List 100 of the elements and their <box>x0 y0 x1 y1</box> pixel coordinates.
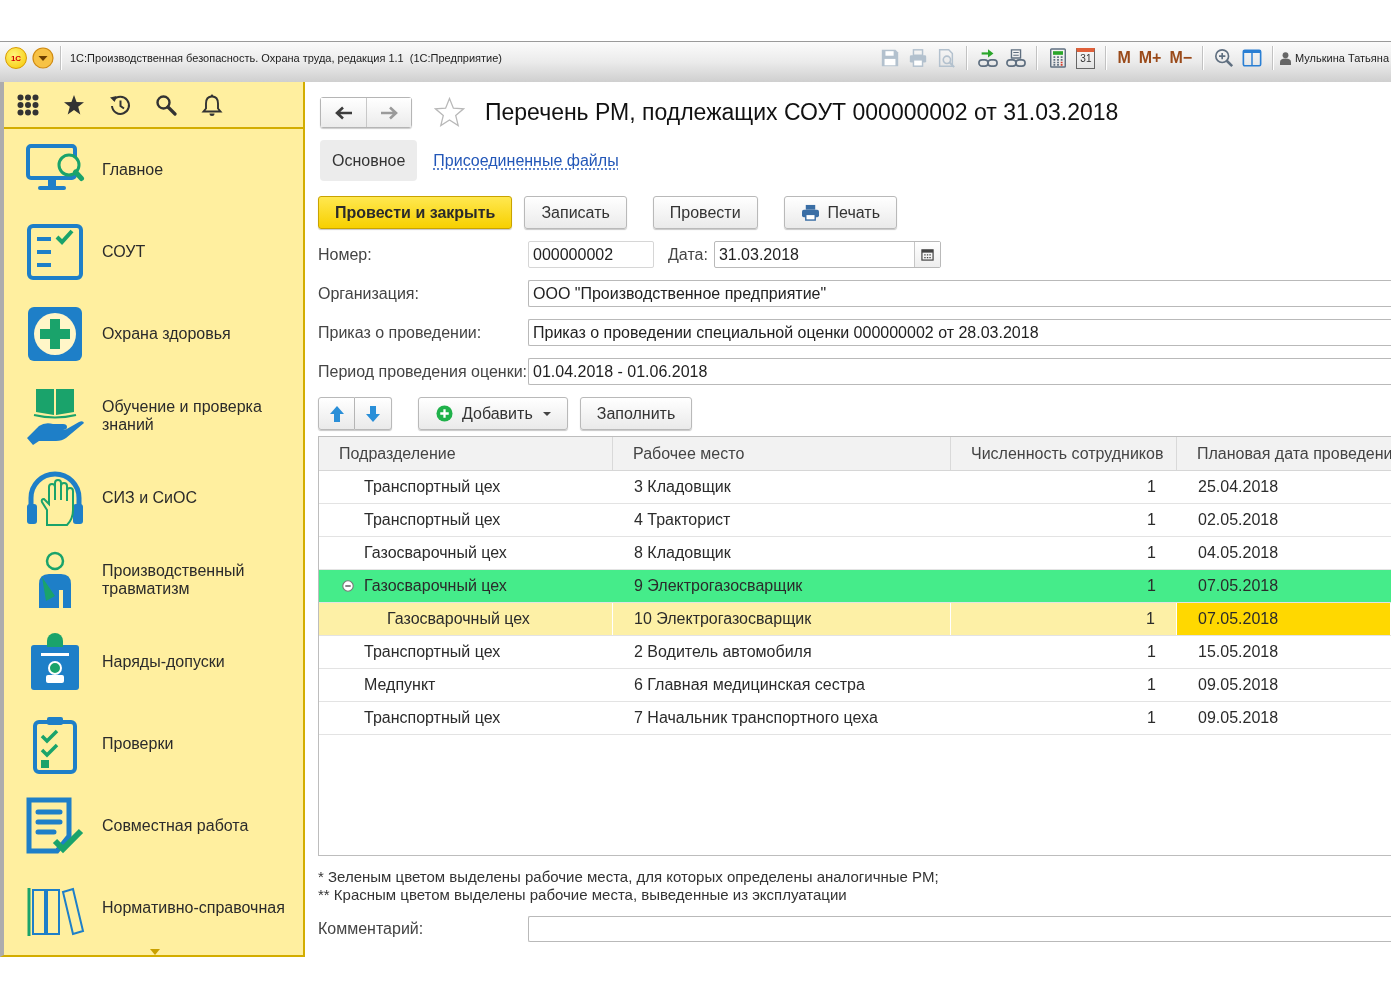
chain-page-icon[interactable] <box>1006 48 1027 68</box>
text-field[interactable]: Приказ о проведении специальной оценки 000000002 от 28.03.2018 <box>528 319 1391 346</box>
table-cell-text: 15.05.2018 <box>1197 642 1280 662</box>
column-header[interactable]: Численность сотрудников <box>951 437 1177 470</box>
menu-caret-icon[interactable] <box>32 47 54 69</box>
table-cell-text: 09.05.2018 <box>1197 708 1280 728</box>
star-icon[interactable] <box>63 93 85 116</box>
person-icon <box>1280 51 1292 65</box>
table-cell-text: Транспортный цех <box>364 708 501 728</box>
field-label: Организация: <box>318 284 419 302</box>
sidebar-item[interactable]: Наряды-допуски <box>4 621 303 703</box>
sidebar-item[interactable]: Охрана здоровья <box>4 293 303 375</box>
sidebar-item[interactable]: Обучение и проверка знаний <box>4 375 303 457</box>
table-cell-text: 1 <box>1146 708 1157 728</box>
table-cell-text: 1 <box>1146 543 1157 563</box>
back-button[interactable] <box>321 98 366 127</box>
table-row[interactable]: Газосварочный цех 10 Электрогазосварщик 1 07.05.2018 <box>319 603 1391 636</box>
checklist-icon <box>25 222 85 282</box>
fill-button[interactable]: Заполнить <box>579 397 693 430</box>
command-button[interactable]: Записать <box>524 196 627 229</box>
apps-grid-icon[interactable] <box>17 93 39 116</box>
sidebar-item[interactable]: Совместная работа <box>4 785 303 867</box>
zoom-in-icon[interactable] <box>1214 48 1235 68</box>
tab[interactable]: Присоединенные файлы <box>433 151 619 170</box>
move-down-button[interactable] <box>355 397 392 430</box>
sidebar-item[interactable]: Проверки <box>4 703 303 785</box>
table-cell-text: Медпункт <box>364 675 436 695</box>
command-button[interactable]: Провести <box>652 196 758 229</box>
user-name[interactable]: Мулькина Татьяна <box>1295 52 1389 64</box>
table-cell-text: 8 Кладовщик <box>633 543 732 563</box>
table-cell-text: Транспортный цех <box>364 510 501 530</box>
table-cell-text: 1 <box>1146 675 1157 695</box>
footnote: * Зеленым цветом выделены рабочие места, для которых определены аналогичные РМ; <box>318 868 940 886</box>
book-hand-icon <box>25 386 85 446</box>
primary-button[interactable]: Провести и закрыть <box>318 196 513 229</box>
calendar-icon <box>920 248 934 261</box>
bell-icon[interactable] <box>201 93 223 116</box>
text-field[interactable]: 01.04.2018 - 01.06.2018 <box>528 358 1391 385</box>
memory-button[interactable]: M− <box>1169 48 1193 68</box>
text-field[interactable]: ООО "Производственное предприятие" <box>528 280 1391 307</box>
table-cell-text: 1 <box>1146 510 1157 530</box>
form-title: Перечень РМ, подлежащих СОУТ 000000002 от 31.03.2018 <box>485 99 1119 126</box>
sidebar-item[interactable]: СИЗ и СиОС <box>4 457 303 539</box>
table-cell-text: 4 Тракторист <box>633 510 732 530</box>
table-cell-text: 25.04.2018 <box>1197 477 1280 497</box>
column-header[interactable]: Плановая дата проведени <box>1177 437 1391 470</box>
sidebar-item[interactable]: Главное <box>4 129 303 211</box>
caret-down-icon <box>542 411 551 416</box>
text-field[interactable]: 000000002 <box>528 241 654 268</box>
plus-circle-icon <box>435 405 454 422</box>
sidebar-item[interactable]: Нормативно-справочная <box>4 867 303 949</box>
calculator-icon[interactable] <box>1048 48 1069 68</box>
sidebar-item[interactable]: СОУТ <box>4 211 303 293</box>
arrow-up-icon <box>328 404 345 423</box>
move-up-button[interactable] <box>318 397 355 430</box>
field-label: Приказ о проведении: <box>318 323 482 341</box>
sidebar-item[interactable]: Производственный травматизм <box>4 539 303 621</box>
field-label: Комментарий: <box>318 920 424 937</box>
app-logo[interactable]: 1С <box>5 47 27 69</box>
column-header[interactable]: Подразделение <box>319 437 613 470</box>
search-icon[interactable] <box>155 93 177 116</box>
table-cell-text: 2 Водитель автомобиля <box>633 642 813 662</box>
table-cell: 10 Электрогазосварщик <box>613 603 951 635</box>
table-cell-text: 1 <box>1146 477 1157 497</box>
table-cell-text: 04.05.2018 <box>1197 543 1280 563</box>
table-cell-text: 1 <box>1146 642 1157 662</box>
panels-icon[interactable] <box>1242 48 1263 68</box>
table-cell-text: 3 Кладовщик <box>633 477 732 497</box>
printer-icon <box>800 204 820 221</box>
table-cell-text: Транспортный цех <box>364 477 501 497</box>
star-icon[interactable] <box>434 97 465 128</box>
comment-field[interactable] <box>528 916 1391 942</box>
table-cell-text: 1 <box>1146 576 1157 596</box>
table-cell-text: 7 Начальник транспортного цеха <box>633 708 879 728</box>
table-cell-text: 07.05.2018 <box>1197 576 1280 596</box>
calendar-button[interactable]: 31 <box>1076 47 1096 69</box>
date-field[interactable]: 31.03.2018 <box>713 241 941 268</box>
table-cell-text: 09.05.2018 <box>1197 675 1280 695</box>
field-label: Номер: <box>318 245 372 263</box>
table-row[interactable]: Газосварочный цех 9 Электрогазосварщик 1 07.05.2018 <box>319 570 1391 603</box>
field-label: Период проведения оценки: <box>318 362 527 380</box>
chain-arrow-icon[interactable] <box>978 48 999 68</box>
document-check-icon <box>25 796 85 856</box>
table-cell: 07.05.2018 <box>1177 603 1391 635</box>
add-button[interactable]: Добавить <box>418 397 568 430</box>
column-header[interactable]: Рабочее место <box>613 437 951 470</box>
collapse-icon[interactable] <box>342 580 354 592</box>
print-button[interactable]: Печать <box>783 196 897 229</box>
memory-button[interactable]: M+ <box>1138 48 1162 68</box>
date-picker-button[interactable] <box>913 242 940 267</box>
window-title: 1С:Производственная безопасность. Охрана труда, редакция 1.1 (1С:Предприятие) <box>70 52 503 64</box>
table-cell-text: Газосварочный цех <box>364 576 507 596</box>
history-icon[interactable] <box>109 93 131 116</box>
tab[interactable]: Основное <box>320 140 418 181</box>
medical-cross-icon <box>25 304 85 364</box>
table-cell-text: 02.05.2018 <box>1197 510 1280 530</box>
footnote: ** Красным цветом выделены рабочие места, выведенные из эксплуатации <box>318 886 848 904</box>
table-cell-text: 6 Главная медицинская сестра <box>633 675 866 695</box>
memory-button[interactable]: M <box>1117 48 1131 68</box>
table-cell-text: Газосварочный цех <box>387 609 530 629</box>
